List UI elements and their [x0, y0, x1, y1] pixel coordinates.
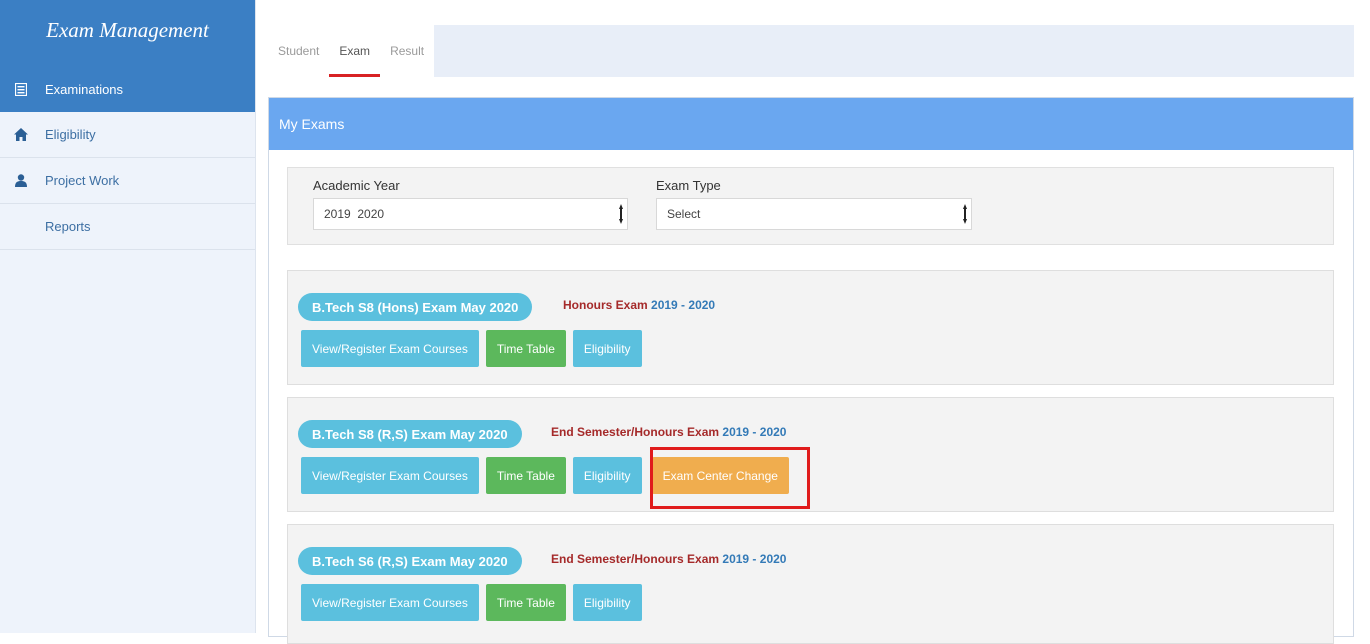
time-table-button[interactable]: Time Table [485, 584, 566, 621]
main-content: Student Exam Result My Exams Academic Ye… [268, 25, 1354, 644]
app-brand: Exam Management [0, 0, 255, 66]
academic-year-label: Academic Year [313, 178, 400, 193]
exam-name-badge: B.Tech S6 (R,S) Exam May 2020 [298, 547, 522, 575]
list-icon [11, 82, 31, 96]
eligibility-button[interactable]: Eligibility [572, 330, 642, 367]
sidebar-item-label: Examinations [45, 81, 124, 97]
academic-year-value: 2019 2020 [324, 207, 385, 221]
eligibility-button[interactable]: Eligibility [572, 584, 642, 621]
time-table-button[interactable]: Time Table [485, 457, 566, 494]
sidebar-item-label: Eligibility [45, 127, 96, 142]
select-arrows-icon [963, 204, 967, 224]
view-register-courses-button[interactable]: View/Register Exam Courses [301, 584, 479, 621]
sidebar-item-label: Project Work [45, 173, 120, 188]
exam-description: Honours Exam 2019 - 2020 [563, 298, 715, 312]
tab-bar: Student Exam Result [268, 25, 1354, 77]
eligibility-button[interactable]: Eligibility [572, 457, 642, 494]
highlight-box [650, 447, 810, 509]
sidebar: Exam Management Examinations Eligibility… [0, 0, 256, 633]
exam-type-value: Select [667, 207, 701, 221]
exam-year-text: 2019 - 2020 [722, 552, 787, 566]
exam-card: B.Tech S8 (R,S) Exam May 2020 End Semest… [287, 397, 1334, 512]
exam-actions: View/Register Exam Courses Time Table El… [301, 330, 642, 367]
exam-type-label: Exam Type [656, 178, 721, 193]
tab-exam[interactable]: Exam [329, 25, 384, 77]
exam-type-text: End Semester/Honours Exam [551, 425, 720, 439]
sidebar-item-reports[interactable]: Reports [0, 204, 255, 250]
home-icon [11, 128, 31, 141]
sidebar-item-examinations[interactable]: Examinations [0, 66, 255, 112]
exam-card: B.Tech S6 (R,S) Exam May 2020 End Semest… [287, 524, 1334, 644]
sidebar-item-project-work[interactable]: Project Work [0, 158, 255, 204]
tab-student[interactable]: Student [268, 25, 330, 77]
view-register-courses-button[interactable]: View/Register Exam Courses [301, 330, 479, 367]
panel-title: My Exams [269, 98, 1353, 150]
view-register-courses-button[interactable]: View/Register Exam Courses [301, 457, 479, 494]
academic-year-select[interactable]: 2019 2020 [313, 198, 628, 230]
exam-actions: View/Register Exam Courses Time Table El… [301, 584, 642, 621]
exam-description: End Semester/Honours Exam 2019 - 2020 [551, 552, 786, 566]
time-table-button[interactable]: Time Table [485, 330, 566, 367]
exam-description: End Semester/Honours Exam 2019 - 2020 [551, 425, 786, 439]
exam-year-text: 2019 - 2020 [722, 425, 787, 439]
exam-name-badge: B.Tech S8 (R,S) Exam May 2020 [298, 420, 522, 448]
exam-type-select[interactable]: Select [656, 198, 972, 230]
exam-card: B.Tech S8 (Hons) Exam May 2020 Honours E… [287, 270, 1334, 385]
exam-type-text: End Semester/Honours Exam [551, 552, 720, 566]
exam-name-badge: B.Tech S8 (Hons) Exam May 2020 [298, 293, 533, 321]
sidebar-item-label: Reports [45, 219, 91, 234]
filter-box: Academic Year 2019 2020 Exam Type Select [287, 167, 1334, 245]
my-exams-panel: My Exams Academic Year 2019 2020 Exam Ty… [268, 97, 1354, 644]
exam-year-text: 2019 - 2020 [651, 298, 716, 312]
tab-result[interactable]: Result [380, 25, 435, 77]
select-arrows-icon [619, 204, 623, 224]
user-icon [11, 174, 31, 187]
sidebar-item-eligibility[interactable]: Eligibility [0, 112, 255, 158]
exam-type-text: Honours Exam [563, 298, 648, 312]
